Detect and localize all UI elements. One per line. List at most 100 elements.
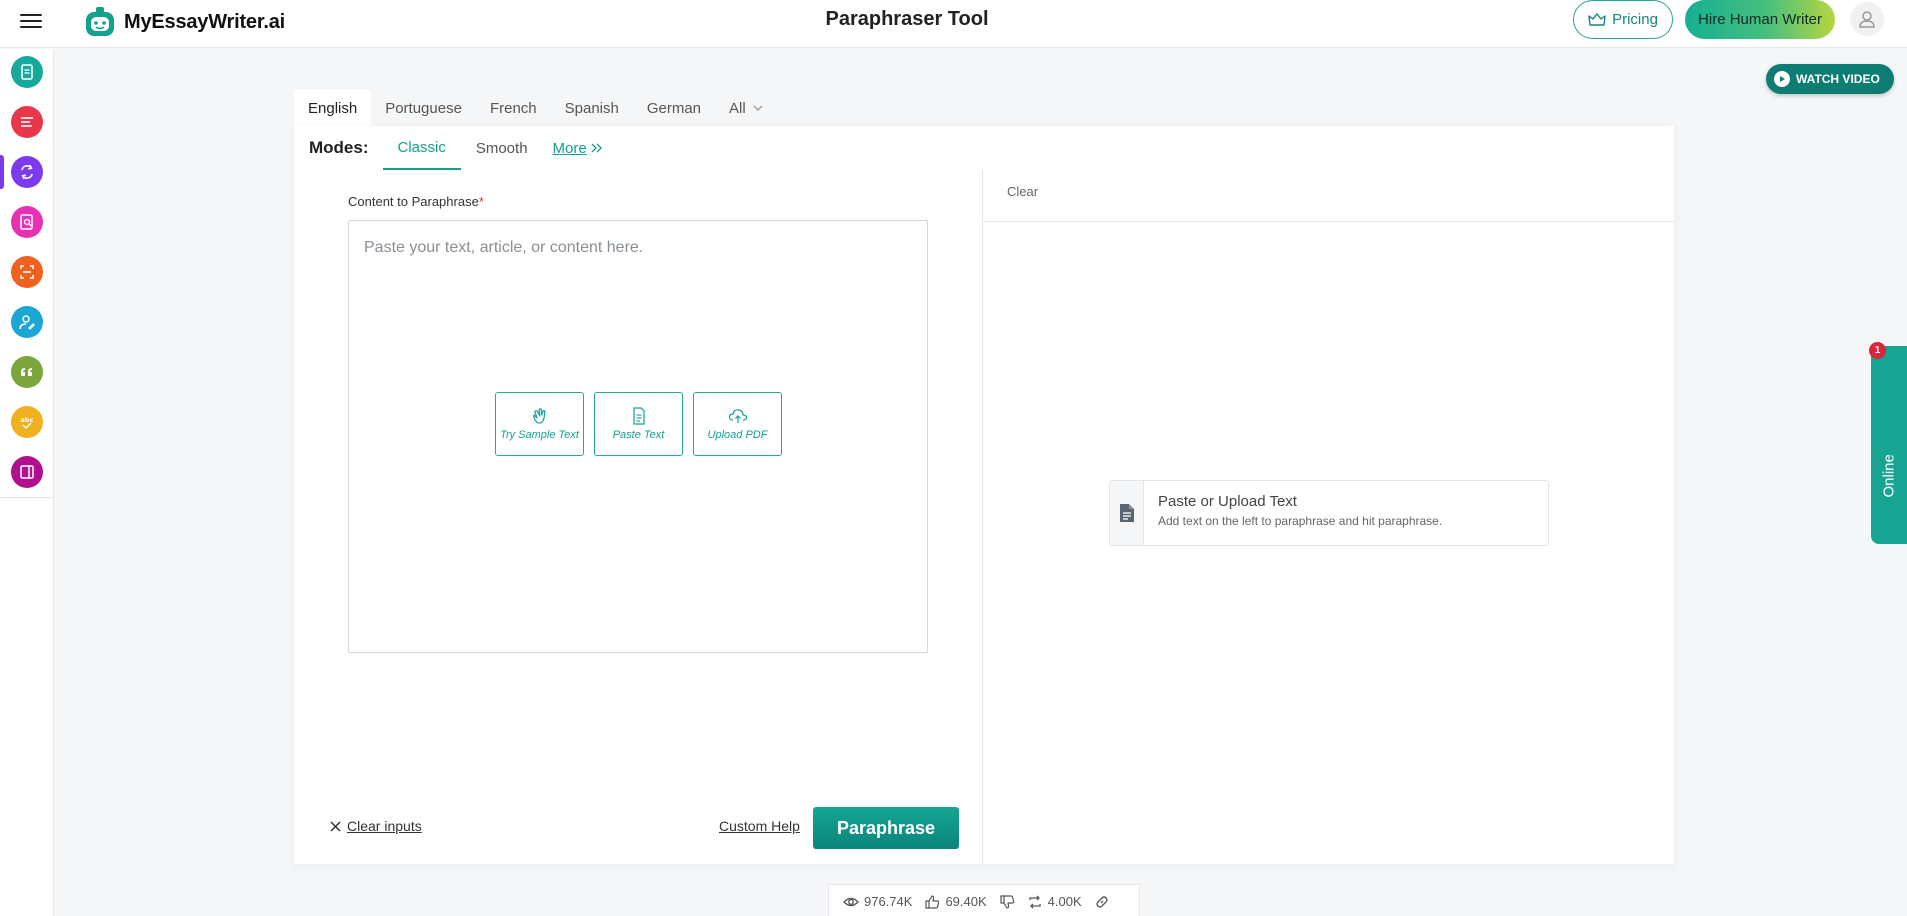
more-modes-label: More — [552, 139, 587, 157]
brand-logo[interactable]: MyEssayWriter.ai — [82, 2, 285, 42]
sidebar-item-text-tool[interactable] — [11, 106, 43, 138]
empty-state-icon-box — [1110, 481, 1144, 545]
watch-video-button[interactable]: WATCH VIDEO — [1766, 64, 1894, 94]
sidebar-item-summarizer[interactable] — [11, 456, 43, 488]
sidebar-item-citation-generator[interactable] — [11, 356, 43, 388]
book-icon — [20, 465, 34, 479]
text-lines-icon — [21, 117, 33, 127]
textarea-placeholder: Paste your text, article, or content her… — [364, 239, 644, 256]
copy-link-button[interactable] — [1094, 894, 1110, 910]
paste-text-button[interactable]: Paste Text — [594, 392, 683, 456]
play-icon — [1774, 71, 1790, 87]
empty-state-title: Paste or Upload Text — [1158, 493, 1297, 510]
user-edit-icon — [19, 315, 35, 330]
sidebar-item-grammar-checker[interactable]: abc — [11, 406, 43, 438]
upload-pdf-label: Upload PDF — [707, 429, 768, 441]
eye-icon — [843, 897, 859, 906]
user-icon — [1859, 11, 1875, 28]
online-label: Online — [1880, 454, 1898, 498]
link-icon — [1095, 895, 1108, 908]
hire-human-writer-button[interactable]: Hire Human Writer — [1685, 0, 1835, 39]
brand-name: MyEssayWriter.ai — [124, 10, 285, 33]
menu-icon[interactable] — [20, 10, 42, 32]
clear-inputs-label: Clear inputs — [347, 818, 422, 834]
file-text-icon — [1119, 504, 1134, 522]
crown-icon — [1588, 12, 1606, 26]
modes-bar: Modes: Classic Smooth More — [309, 126, 603, 170]
content-label: Content to Paraphrase* — [348, 194, 484, 209]
pricing-button[interactable]: Pricing — [1573, 0, 1673, 39]
sidebar-item-essay-writer[interactable] — [11, 56, 43, 88]
tab-language-french[interactable]: French — [476, 90, 551, 126]
sidebar-item-plagiarism-checker[interactable] — [11, 206, 43, 238]
repost-icon — [1028, 895, 1041, 908]
clear-inputs-button[interactable]: Clear inputs — [330, 818, 422, 834]
tab-language-english[interactable]: English — [294, 90, 372, 126]
sidebar-divider — [0, 497, 54, 498]
tool-sidebar: abc — [0, 49, 54, 916]
try-sample-text-label: Try Sample Text — [500, 429, 579, 441]
likes-count: 69.40K — [945, 894, 987, 909]
custom-help-link[interactable]: Custom Help — [719, 818, 800, 834]
output-empty-state: Paste or Upload Text Add text on the lef… — [1109, 480, 1549, 546]
paste-text-label: Paste Text — [612, 429, 665, 441]
svg-text:abc: abc — [21, 416, 34, 424]
hand-wave-icon — [532, 408, 546, 424]
sidebar-item-paraphraser[interactable] — [11, 156, 43, 188]
tool-stats-bar: 976.74K 69.40K 4.00K — [828, 884, 1140, 916]
cloud-upload-icon — [728, 409, 747, 423]
tab-language-german[interactable]: German — [633, 90, 715, 126]
modes-label: Modes: — [309, 138, 369, 157]
required-mark: * — [478, 194, 484, 209]
input-actions: Try Sample Text Paste Text Upload PDF — [495, 392, 782, 456]
shares-count: 4.00K — [1047, 894, 1082, 909]
sidebar-item-humanizer[interactable] — [11, 306, 43, 338]
views-count: 976.74K — [864, 894, 913, 909]
output-toolbar: Clear — [983, 170, 1674, 222]
more-modes-link[interactable]: More — [553, 140, 603, 157]
thumbs-up-icon — [925, 894, 940, 909]
paraphrase-arrows-icon — [21, 164, 33, 180]
double-chevron-right-icon — [591, 143, 602, 153]
content-textarea[interactable]: Paste your text, article, or content her… — [348, 220, 928, 653]
empty-state-text: Paste or Upload Text Add text on the lef… — [1144, 481, 1456, 545]
content-label-text: Content to Paraphrase — [348, 194, 479, 209]
sidebar-active-indicator — [0, 155, 4, 189]
tab-mode-smooth[interactable]: Smooth — [461, 126, 543, 170]
empty-state-subtitle: Add text on the left to paraphrase and h… — [1158, 514, 1443, 528]
clear-output-button[interactable]: Clear — [1007, 184, 1038, 199]
online-chat-tab[interactable]: Online — [1871, 346, 1907, 544]
tab-language-all[interactable]: All — [715, 90, 778, 126]
share-button[interactable]: 4.00K — [1027, 894, 1082, 910]
chat-notification-badge: 1 — [1869, 342, 1886, 359]
tab-language-spanish[interactable]: Spanish — [551, 90, 633, 126]
pricing-label: Pricing — [1612, 11, 1658, 28]
close-icon — [330, 820, 341, 832]
try-sample-text-button[interactable]: Try Sample Text — [495, 392, 584, 456]
abc-check-icon: abc — [21, 416, 34, 430]
input-pane: Content to Paraphrase* Paste your text, … — [294, 170, 982, 864]
paste-document-icon — [632, 407, 645, 425]
watch-video-label: WATCH VIDEO — [1796, 72, 1880, 86]
views-stat: 976.74K — [843, 894, 912, 910]
thumbs-down-icon — [1000, 894, 1014, 909]
search-document-icon — [20, 214, 33, 230]
document-icon — [21, 64, 33, 80]
like-button[interactable]: 69.40K — [924, 894, 987, 910]
scan-icon — [20, 265, 34, 279]
paraphraser-card: Modes: Classic Smooth More Content to Pa… — [294, 126, 1674, 864]
quote-icon — [21, 368, 32, 376]
user-avatar-button[interactable] — [1850, 2, 1884, 36]
output-pane: Clear Paste or Upload Text Add text on t… — [983, 170, 1674, 864]
upload-pdf-button[interactable]: Upload PDF — [693, 392, 782, 456]
dislike-button[interactable] — [999, 894, 1015, 910]
paraphrase-button[interactable]: Paraphrase — [813, 807, 959, 849]
language-tabs: English Portuguese French Spanish German… — [294, 90, 778, 126]
tab-language-portuguese[interactable]: Portuguese — [371, 90, 476, 126]
chevron-down-icon — [753, 105, 763, 111]
robot-logo-icon — [86, 7, 114, 36]
tab-mode-classic[interactable]: Classic — [382, 126, 461, 170]
sidebar-item-ai-detector[interactable] — [11, 256, 43, 288]
all-languages-label: All — [729, 99, 746, 117]
top-header: MyEssayWriter.ai Paraphraser Tool Pricin… — [0, 0, 1907, 48]
